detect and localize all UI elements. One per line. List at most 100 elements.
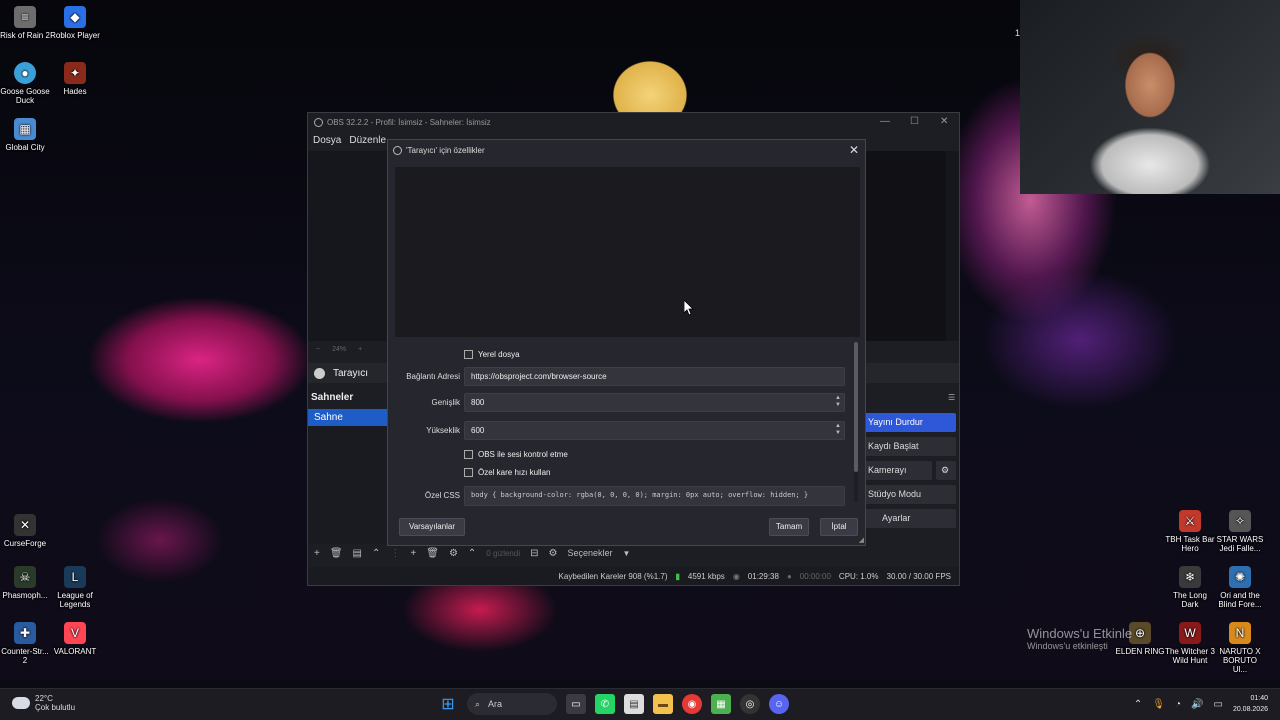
obs-titlebar[interactable]: OBS 32.2.2 - Profil: İsimsiz - Sahneler:… bbox=[308, 113, 959, 131]
taskbar-search[interactable]: ⌕ Ara bbox=[467, 693, 557, 715]
corner-marker: 1 bbox=[1015, 28, 1021, 38]
start-recording-button[interactable]: Kaydı Başlat bbox=[864, 437, 956, 456]
windows-start-icon[interactable]: ⊞ bbox=[438, 694, 458, 714]
spin-arrows-icon[interactable]: ▲ ▼ bbox=[835, 395, 841, 409]
close-icon[interactable]: ✕ bbox=[849, 143, 859, 157]
cancel-button[interactable]: İptal bbox=[820, 518, 858, 536]
remove-source-icon[interactable]: 🗑 bbox=[426, 548, 439, 559]
desktop-icon-curseforge[interactable]: ✕ CurseForge bbox=[0, 514, 50, 548]
obs-audio-checkbox-row[interactable]: OBS ile sesi kontrol etme bbox=[464, 450, 568, 459]
dialog-scrollbar[interactable] bbox=[854, 342, 858, 502]
menu-edit[interactable]: Düzenle bbox=[349, 135, 386, 146]
weather-condition: Çok bulutlu bbox=[35, 703, 76, 712]
desktop-icon-the-long-dark[interactable]: ❄ The Long Dark bbox=[1165, 566, 1215, 609]
desktop-icon-valorant[interactable]: V VALORANT bbox=[50, 622, 100, 656]
desktop-icon-star-wars-jedi[interactable]: ✧ STAR WARS Jedi Falle... bbox=[1215, 510, 1265, 553]
dialog-titlebar[interactable]: 'Tarayıcı' için özellikler bbox=[388, 140, 865, 160]
width-label: Genişlik bbox=[431, 398, 460, 407]
defaults-button[interactable]: Varsayılanlar bbox=[399, 518, 465, 536]
obs-window-title: OBS 32.2.2 - Profil: İsimsiz - Sahneler:… bbox=[327, 117, 491, 127]
dialog-preview bbox=[395, 167, 860, 337]
microphone-icon[interactable]: 🎙 bbox=[1152, 699, 1165, 710]
width-stepper[interactable]: 800 ▲ ▼ bbox=[464, 393, 845, 412]
scenes-dock-title: Sahneler bbox=[311, 392, 354, 403]
desktop-icon-counter-strike-2[interactable]: ✚ Counter-Str... 2 bbox=[0, 622, 50, 665]
start-virtual-camera-button[interactable]: Kamerayı Başlat bbox=[864, 461, 932, 494]
bitrate: 4591 kbps bbox=[687, 571, 725, 581]
virtual-camera-settings-gear-icon[interactable]: ⚙ bbox=[936, 461, 956, 480]
desktop-icon-goose-goose-duck[interactable]: ● Goose Goose Duck bbox=[0, 62, 50, 105]
source-settings-gear-icon[interactable]: ⚙ bbox=[449, 548, 458, 559]
scene-filters-icon[interactable]: ▤ bbox=[353, 548, 362, 559]
scene-item-selected[interactable]: Sahne bbox=[308, 409, 391, 426]
desktop-icon-the-witcher-3[interactable]: W The Witcher 3 Wild Hunt bbox=[1165, 622, 1215, 665]
options-dropdown[interactable]: Seçenekler bbox=[567, 548, 612, 558]
custom-fps-checkbox-row[interactable]: Özel kare hızı kullan bbox=[464, 468, 550, 477]
cloud-icon bbox=[12, 697, 30, 709]
desktop-icon-league-of-legends[interactable]: L League of Legends bbox=[50, 566, 100, 609]
discord-icon[interactable]: ☺ bbox=[769, 694, 789, 714]
chevron-up-icon[interactable]: ⌃ bbox=[1134, 699, 1142, 710]
stream-icon: ◉ bbox=[732, 571, 740, 581]
task-view-icon[interactable]: ▭ bbox=[566, 694, 586, 714]
local-file-checkbox-row[interactable]: Yerel dosya bbox=[464, 350, 520, 359]
spin-arrows-icon[interactable]: ▲ ▼ bbox=[835, 423, 841, 437]
watermark-line-2: Windows'u etkinleşti bbox=[1027, 641, 1108, 651]
desktop-icon-tbh-task-bar-hero[interactable]: ⚔ TBH Task Bar Hero bbox=[1165, 510, 1215, 553]
css-row: Özel CSS body { background-color: rgba(0… bbox=[388, 486, 858, 506]
move-up-icon[interactable]: ⌃ bbox=[372, 548, 380, 559]
lol-icon: L bbox=[64, 566, 86, 588]
desktop-icon-risk-of-rain-2[interactable]: ≡ Risk of Rain 2 bbox=[0, 6, 50, 40]
scrollbar-thumb[interactable] bbox=[854, 342, 858, 472]
source-up-icon[interactable]: ⌃ bbox=[468, 548, 476, 559]
minimize-icon[interactable]: — bbox=[880, 116, 890, 127]
hidden-sources-count: 0 gizlendi bbox=[486, 548, 521, 558]
studio-mode-button[interactable]: Stüdyo Modu bbox=[864, 485, 956, 504]
menu-file[interactable]: Dosya bbox=[313, 135, 341, 146]
desktop-icon-phasmophobia[interactable]: ☠ Phasmoph... bbox=[0, 566, 50, 600]
notepad-icon[interactable]: ▤ bbox=[624, 694, 644, 714]
zoom-in-icon[interactable]: + bbox=[358, 346, 362, 353]
local-file-checkbox[interactable] bbox=[464, 350, 473, 359]
obs-taskbar-icon[interactable]: ◎ bbox=[740, 694, 760, 714]
settings-button[interactable]: Ayarlar bbox=[864, 509, 956, 528]
url-input[interactable]: https://obsproject.com/browser-source bbox=[464, 367, 845, 386]
valorant-icon: V bbox=[64, 622, 86, 644]
remove-scene-icon[interactable]: 🗑 bbox=[330, 548, 343, 559]
battery-icon[interactable]: ▭ bbox=[1214, 699, 1223, 710]
maximize-icon[interactable]: ☐ bbox=[910, 116, 919, 127]
speaker-icon[interactable]: 🔊 bbox=[1191, 699, 1203, 710]
weather-widget[interactable]: 22°C Çok bulutlu bbox=[12, 694, 75, 712]
close-icon[interactable]: ✕ bbox=[940, 116, 948, 127]
resize-grip-icon[interactable]: ◢ bbox=[859, 536, 864, 544]
obs-audio-checkbox[interactable] bbox=[464, 450, 473, 459]
custom-fps-checkbox[interactable] bbox=[464, 468, 473, 477]
stop-stream-button[interactable]: Yayını Durdur bbox=[864, 413, 956, 432]
signal-strength-icon: ▮ bbox=[675, 571, 680, 581]
scenes-list[interactable]: Sahne bbox=[308, 409, 391, 544]
whatsapp-icon[interactable]: ✆ bbox=[595, 694, 615, 714]
add-source-icon[interactable]: + bbox=[410, 548, 416, 559]
clock-time: 01:40 bbox=[1250, 695, 1268, 702]
minecraft-icon[interactable]: ▦ bbox=[711, 694, 731, 714]
wifi-icon[interactable]: ◔ bbox=[1175, 699, 1181, 710]
desktop-icon-ori[interactable]: ✺ Ori and the Blind Fore... bbox=[1215, 566, 1265, 609]
desktop-icon-roblox-player[interactable]: ◆ Roblox Player bbox=[50, 6, 100, 40]
file-explorer-icon[interactable]: ▬ bbox=[653, 694, 673, 714]
ok-button[interactable]: Tamam bbox=[769, 518, 809, 536]
desktop-icon-hades[interactable]: ✦ Hades bbox=[50, 62, 100, 96]
tbh-icon: ⚔ bbox=[1179, 510, 1201, 532]
mixer-settings-gear-icon[interactable]: ⚙ bbox=[549, 548, 558, 559]
clock[interactable]: 01:40 20.08.2026 bbox=[1233, 693, 1268, 715]
custom-fps-label: Özel kare hızı kullan bbox=[478, 468, 551, 477]
local-file-label: Yerel dosya bbox=[478, 350, 520, 359]
chrome-icon[interactable]: ◉ bbox=[682, 694, 702, 714]
add-scene-icon[interactable]: + bbox=[314, 548, 320, 559]
zoom-out-icon[interactable]: − bbox=[316, 346, 320, 353]
desktop-icon-naruto-boruto[interactable]: N NARUTO X BORUTO Ul... bbox=[1215, 622, 1265, 674]
desktop-icon-global-city[interactable]: ▦ Global City bbox=[0, 118, 50, 152]
mixer-icon[interactable]: ⊟ bbox=[530, 548, 538, 559]
browser-properties-dialog[interactable]: 'Tarayıcı' için özellikler ✕ Yerel dosya… bbox=[387, 139, 866, 546]
custom-css-textarea[interactable]: body { background-color: rgba(0, 0, 0, 0… bbox=[464, 486, 845, 506]
height-stepper[interactable]: 600 ▲ ▼ bbox=[464, 421, 845, 440]
